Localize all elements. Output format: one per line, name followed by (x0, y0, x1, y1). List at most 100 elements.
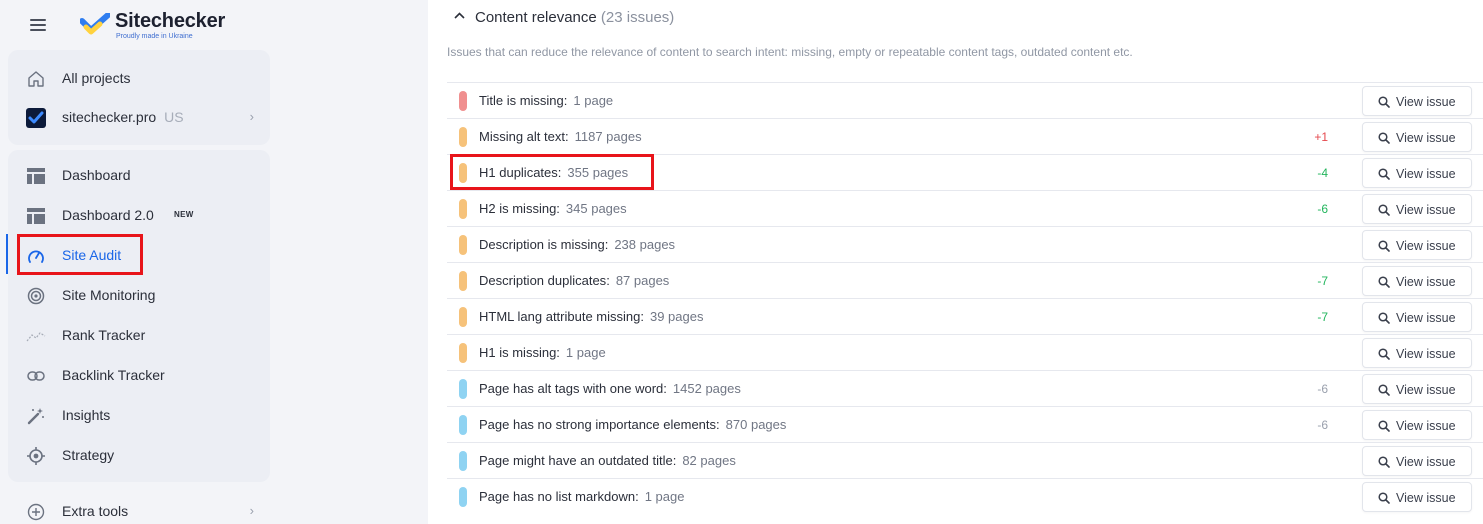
separator: : (556, 345, 560, 360)
issue-pages: 870 pages (725, 417, 787, 432)
chevron-right-icon: › (249, 109, 254, 124)
severity-indicator (459, 379, 467, 399)
issue-name: Page might have an outdated title (479, 453, 673, 468)
search-icon (1378, 456, 1390, 468)
chevron-up-icon (454, 12, 465, 19)
view-issue-button[interactable]: View issue (1362, 86, 1472, 116)
issue-name: Missing alt text (479, 129, 565, 144)
sidebar-item-strategy[interactable]: Strategy (8, 436, 270, 474)
issue-pages: 39 pages (649, 309, 704, 324)
view-issue-button[interactable]: View issue (1362, 122, 1472, 152)
view-issue-label: View issue (1396, 347, 1456, 361)
sidebar-item-insights[interactable]: Insights (8, 396, 270, 434)
sidebar-nav: Dashboard Dashboard 2.0 NEW Site Audit S… (8, 150, 270, 482)
separator: : (563, 93, 568, 108)
severity-indicator (459, 235, 467, 255)
sidebar-item-extra-tools[interactable]: Extra tools › (8, 492, 270, 524)
view-issue-label: View issue (1396, 311, 1456, 325)
separator: : (604, 237, 609, 252)
highlight-box (450, 154, 654, 190)
plus-circle-icon (26, 502, 46, 522)
severity-indicator (459, 415, 467, 435)
sidebar-item-label: Strategy (62, 447, 115, 463)
sidebar-item-label: Extra tools (62, 503, 129, 519)
menu-icon[interactable] (30, 19, 46, 31)
sidebar-item-rank-tracker[interactable]: Rank Tracker (8, 316, 270, 354)
sidebar-item-backlink-tracker[interactable]: Backlink Tracker (8, 356, 270, 394)
issue-name: H1 is missing (479, 345, 557, 360)
section-title: Content relevance (475, 9, 597, 26)
view-issue-button[interactable]: View issue (1362, 194, 1472, 224)
view-issue-button[interactable]: View issue (1362, 338, 1472, 368)
issue-delta: -7 (1317, 274, 1328, 288)
search-icon (1378, 132, 1390, 144)
view-issue-button[interactable]: View issue (1362, 230, 1472, 260)
trend-line-icon (26, 326, 46, 346)
sidebar-item-all-projects[interactable]: All projects (8, 59, 270, 97)
issue-pages: 1 page (644, 489, 685, 504)
issue-pages: 87 pages (615, 273, 670, 288)
severity-indicator (459, 91, 467, 111)
severity-indicator (459, 271, 467, 291)
issue-pages: 238 pages (614, 237, 676, 252)
project-logo-icon (26, 108, 46, 128)
issues-list: Title is missing: 1 page View issue Missing… (447, 82, 1483, 514)
view-issue-button[interactable]: View issue (1362, 266, 1472, 296)
view-issue-label: View issue (1396, 491, 1456, 505)
search-icon (1378, 348, 1390, 360)
issue-pages: 1 page (565, 345, 606, 360)
separator: : (663, 381, 667, 396)
separator: : (672, 453, 677, 468)
view-issue-label: View issue (1396, 167, 1456, 181)
view-issue-button[interactable]: View issue (1362, 302, 1472, 332)
issue-row: Title is missing: 1 page View issue (447, 82, 1483, 118)
issue-row: Page has alt tags with one word: 1452 pag… (447, 370, 1483, 406)
separator: : (556, 201, 560, 216)
severity-indicator (459, 487, 467, 507)
issue-pages: 82 pages (682, 453, 736, 468)
view-issue-button[interactable]: View issue (1362, 482, 1472, 512)
search-icon (1378, 240, 1390, 252)
issue-name: Page has no list markdown (479, 489, 636, 504)
search-icon (1378, 420, 1390, 432)
view-issue-button[interactable]: View issue (1362, 410, 1472, 440)
sidebar-item-project[interactable]: sitechecker.pro US › (8, 98, 270, 136)
view-issue-button[interactable]: View issue (1362, 446, 1472, 476)
radar-icon (26, 286, 46, 306)
sidebar-item-label: Site Monitoring (62, 287, 156, 303)
issue-pages: 1187 pages (574, 129, 642, 144)
project-country: US (164, 109, 184, 125)
target-icon (26, 446, 46, 466)
sidebar-item-label: Rank Tracker (62, 327, 146, 343)
sidebar-item-label: All projects (62, 70, 131, 86)
view-issue-label: View issue (1396, 455, 1456, 469)
section-description: Issues that can reduce the relevance of … (447, 45, 1133, 59)
issue-delta: +1 (1314, 130, 1328, 144)
severity-indicator (459, 127, 467, 147)
dashboard-icon (26, 166, 46, 186)
dashboard-icon (26, 206, 46, 226)
issue-row: Missing alt text: 1187 pages +1 View issue (447, 118, 1483, 154)
sidebar-item-label: Dashboard 2.0 (62, 207, 154, 223)
search-icon (1378, 204, 1390, 216)
view-issue-label: View issue (1396, 131, 1456, 145)
sidebar-item-label: Insights (62, 407, 111, 423)
severity-indicator (459, 343, 467, 363)
project-card: All projects sitechecker.pro US › (8, 50, 270, 145)
sidebar-item-dashboard[interactable]: Dashboard (8, 156, 270, 194)
issue-row: Page has no strong importance elements: 8… (447, 406, 1483, 442)
issue-delta: -6 (1317, 202, 1328, 216)
issue-row: H1 is missing: 1 page View issue (447, 334, 1483, 370)
issue-row: Description duplicates: 87 pages -7 View is… (447, 262, 1483, 298)
view-issue-button[interactable]: View issue (1362, 158, 1472, 188)
active-indicator (6, 234, 8, 274)
project-name: sitechecker.pro (62, 109, 157, 125)
view-issue-button[interactable]: View issue (1362, 374, 1472, 404)
sidebar-item-dashboard-2[interactable]: Dashboard 2.0 NEW (8, 196, 270, 234)
search-icon (1378, 312, 1390, 324)
issue-row: Description is missing: 238 pages View iss… (447, 226, 1483, 262)
sidebar-item-label: Backlink Tracker (62, 367, 165, 383)
search-icon (1378, 384, 1390, 396)
sidebar-item-site-monitoring[interactable]: Site Monitoring (8, 276, 270, 314)
issue-delta: -7 (1317, 310, 1328, 324)
